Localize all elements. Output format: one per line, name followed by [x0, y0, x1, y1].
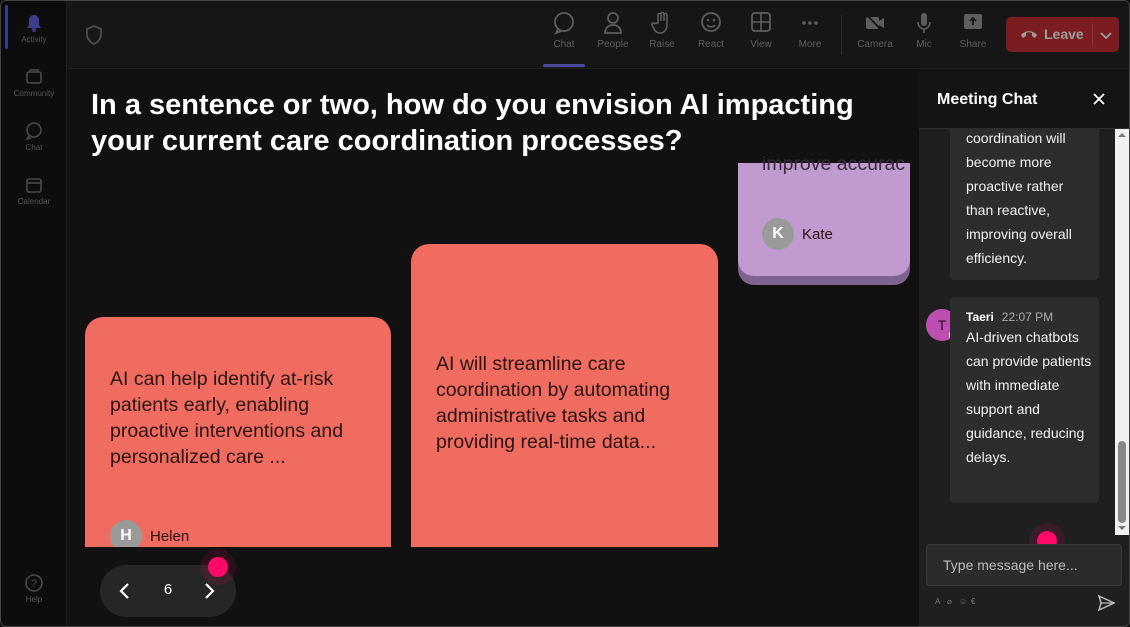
help-icon: ? [25, 574, 43, 592]
toolbar-label: Share [959, 39, 987, 50]
message-text: coordination will become more proactive … [966, 130, 1072, 266]
rail-item-label: Activity [21, 35, 47, 44]
toolbar-share-button[interactable]: Share [951, 11, 995, 50]
card-text: AI can help identify at-risk patients ea… [110, 368, 344, 468]
chat-message: Taeri 22:07 PM AI-driven chatbots can pro… [950, 297, 1099, 503]
shield-icon [86, 25, 102, 45]
hang-up-icon [1021, 31, 1037, 38]
send-icon[interactable] [1097, 594, 1115, 612]
toolbar-raise-button[interactable]: Raise [640, 11, 684, 50]
author-name: Helen [150, 527, 190, 545]
response-card-kate[interactable]: improve accurac K Kate [738, 153, 910, 285]
app-rail: Activity Community Chat Calendar ? Help [1, 1, 67, 626]
camera-off-icon [865, 13, 884, 33]
toolbar-chat-button[interactable]: Chat [542, 11, 586, 50]
toolbar-people-button[interactable]: People [591, 11, 635, 50]
card-author: K Kate [762, 218, 833, 250]
meeting-chat-panel: coordination will become more proactive … [919, 69, 1129, 626]
format-icon[interactable]: A [935, 597, 944, 606]
toolbar-view-button[interactable]: View [739, 11, 783, 50]
leave-label: Leave [1044, 26, 1084, 42]
page-number: 6 [163, 581, 173, 598]
toolbar-label: People [597, 39, 629, 50]
rail-item-label: Help [25, 595, 43, 604]
rail-item-label: Chat [25, 143, 43, 152]
toolbar-label: Chat [553, 39, 575, 50]
toolbar-mic-button[interactable]: Mic [902, 11, 946, 50]
attach-icon[interactable]: ⌀ [947, 597, 956, 606]
rail-item-label: Calendar [17, 197, 51, 206]
toolbar-divider [841, 15, 842, 55]
question-title: In a sentence or two, how do you envisio… [91, 89, 854, 157]
rail-item-activity[interactable]: Activity [1, 13, 67, 44]
chat-icon [554, 12, 574, 35]
scrollbar-thumb[interactable] [1118, 441, 1126, 523]
chat-message: coordination will become more proactive … [950, 123, 1099, 280]
toolbar-label: Mic [916, 39, 932, 50]
calendar-icon [26, 178, 42, 193]
close-icon[interactable] [1091, 91, 1107, 107]
bell-icon [27, 15, 41, 32]
message-time: 22:07 PM [1001, 310, 1054, 324]
toolbar-label: More [798, 39, 822, 50]
people-icon [604, 12, 622, 34]
rail-item-calendar[interactable]: Calendar [1, 175, 67, 206]
meeting-toolbar: Chat People Raise React View More Camera [67, 1, 1129, 69]
card-text: improve accurac [762, 153, 906, 175]
rail-item-label: Community [13, 89, 55, 98]
chat-message-input[interactable] [926, 544, 1122, 586]
toolbar-label: Camera [857, 39, 893, 50]
laser-pointer-dot [208, 557, 228, 577]
smiley-icon [701, 12, 721, 32]
chevron-left-icon[interactable] [114, 580, 136, 602]
response-card-helen[interactable]: AI can help identify at-risk patients ea… [85, 317, 391, 577]
rail-item-help[interactable]: ? Help [1, 573, 67, 604]
chevron-right-icon[interactable] [198, 580, 220, 602]
chevron-down-icon[interactable] [1099, 28, 1113, 42]
share-screen-icon [964, 14, 982, 29]
active-tab-indicator [543, 64, 585, 67]
card-face: improve accurac K Kate [738, 153, 910, 276]
svg-text:?: ? [31, 578, 37, 590]
chat-header: Meeting Chat [919, 69, 1129, 129]
gif-icon[interactable]: € [971, 597, 980, 606]
mic-icon [917, 13, 931, 33]
toolbar-camera-button[interactable]: Camera [853, 11, 897, 50]
card-text: AI will streamline care coordination by … [436, 353, 671, 453]
author-name: Kate [802, 225, 833, 243]
toolbar-react-button[interactable]: React [689, 11, 733, 50]
toolbar-label: React [697, 39, 725, 50]
chat-title: Meeting Chat [937, 91, 1038, 108]
rail-item-chat[interactable]: Chat [1, 121, 67, 152]
scroll-up-icon[interactable] [1118, 131, 1126, 139]
raise-hand-icon [651, 11, 668, 34]
grid-view-icon [751, 12, 771, 32]
leave-divider [1092, 23, 1093, 46]
more-dots-icon [802, 21, 818, 25]
presentation-stage: In a sentence or two, how do you envisio… [67, 69, 919, 626]
scroll-down-icon[interactable] [1118, 524, 1126, 532]
compose-options: A ⌀ ☺ € [935, 597, 980, 606]
emoji-icon[interactable]: ☺ [959, 597, 968, 606]
message-text: AI-driven chatbots can provide patients … [966, 329, 1092, 465]
sender-name: Taeri [966, 310, 994, 324]
toolbar-more-button[interactable]: More [788, 11, 832, 50]
response-card-automation[interactable]: AI will streamline care coordination by … [411, 244, 718, 574]
leave-button[interactable]: Leave [1006, 17, 1119, 52]
community-icon [26, 69, 42, 84]
chat-icon [25, 122, 42, 141]
toolbar-label: View [750, 39, 772, 50]
app-window: Activity Community Chat Calendar ? Help … [0, 0, 1130, 627]
avatar: K [762, 218, 794, 250]
rail-item-community[interactable]: Community [1, 67, 67, 98]
toolbar-label: Raise [649, 39, 675, 50]
